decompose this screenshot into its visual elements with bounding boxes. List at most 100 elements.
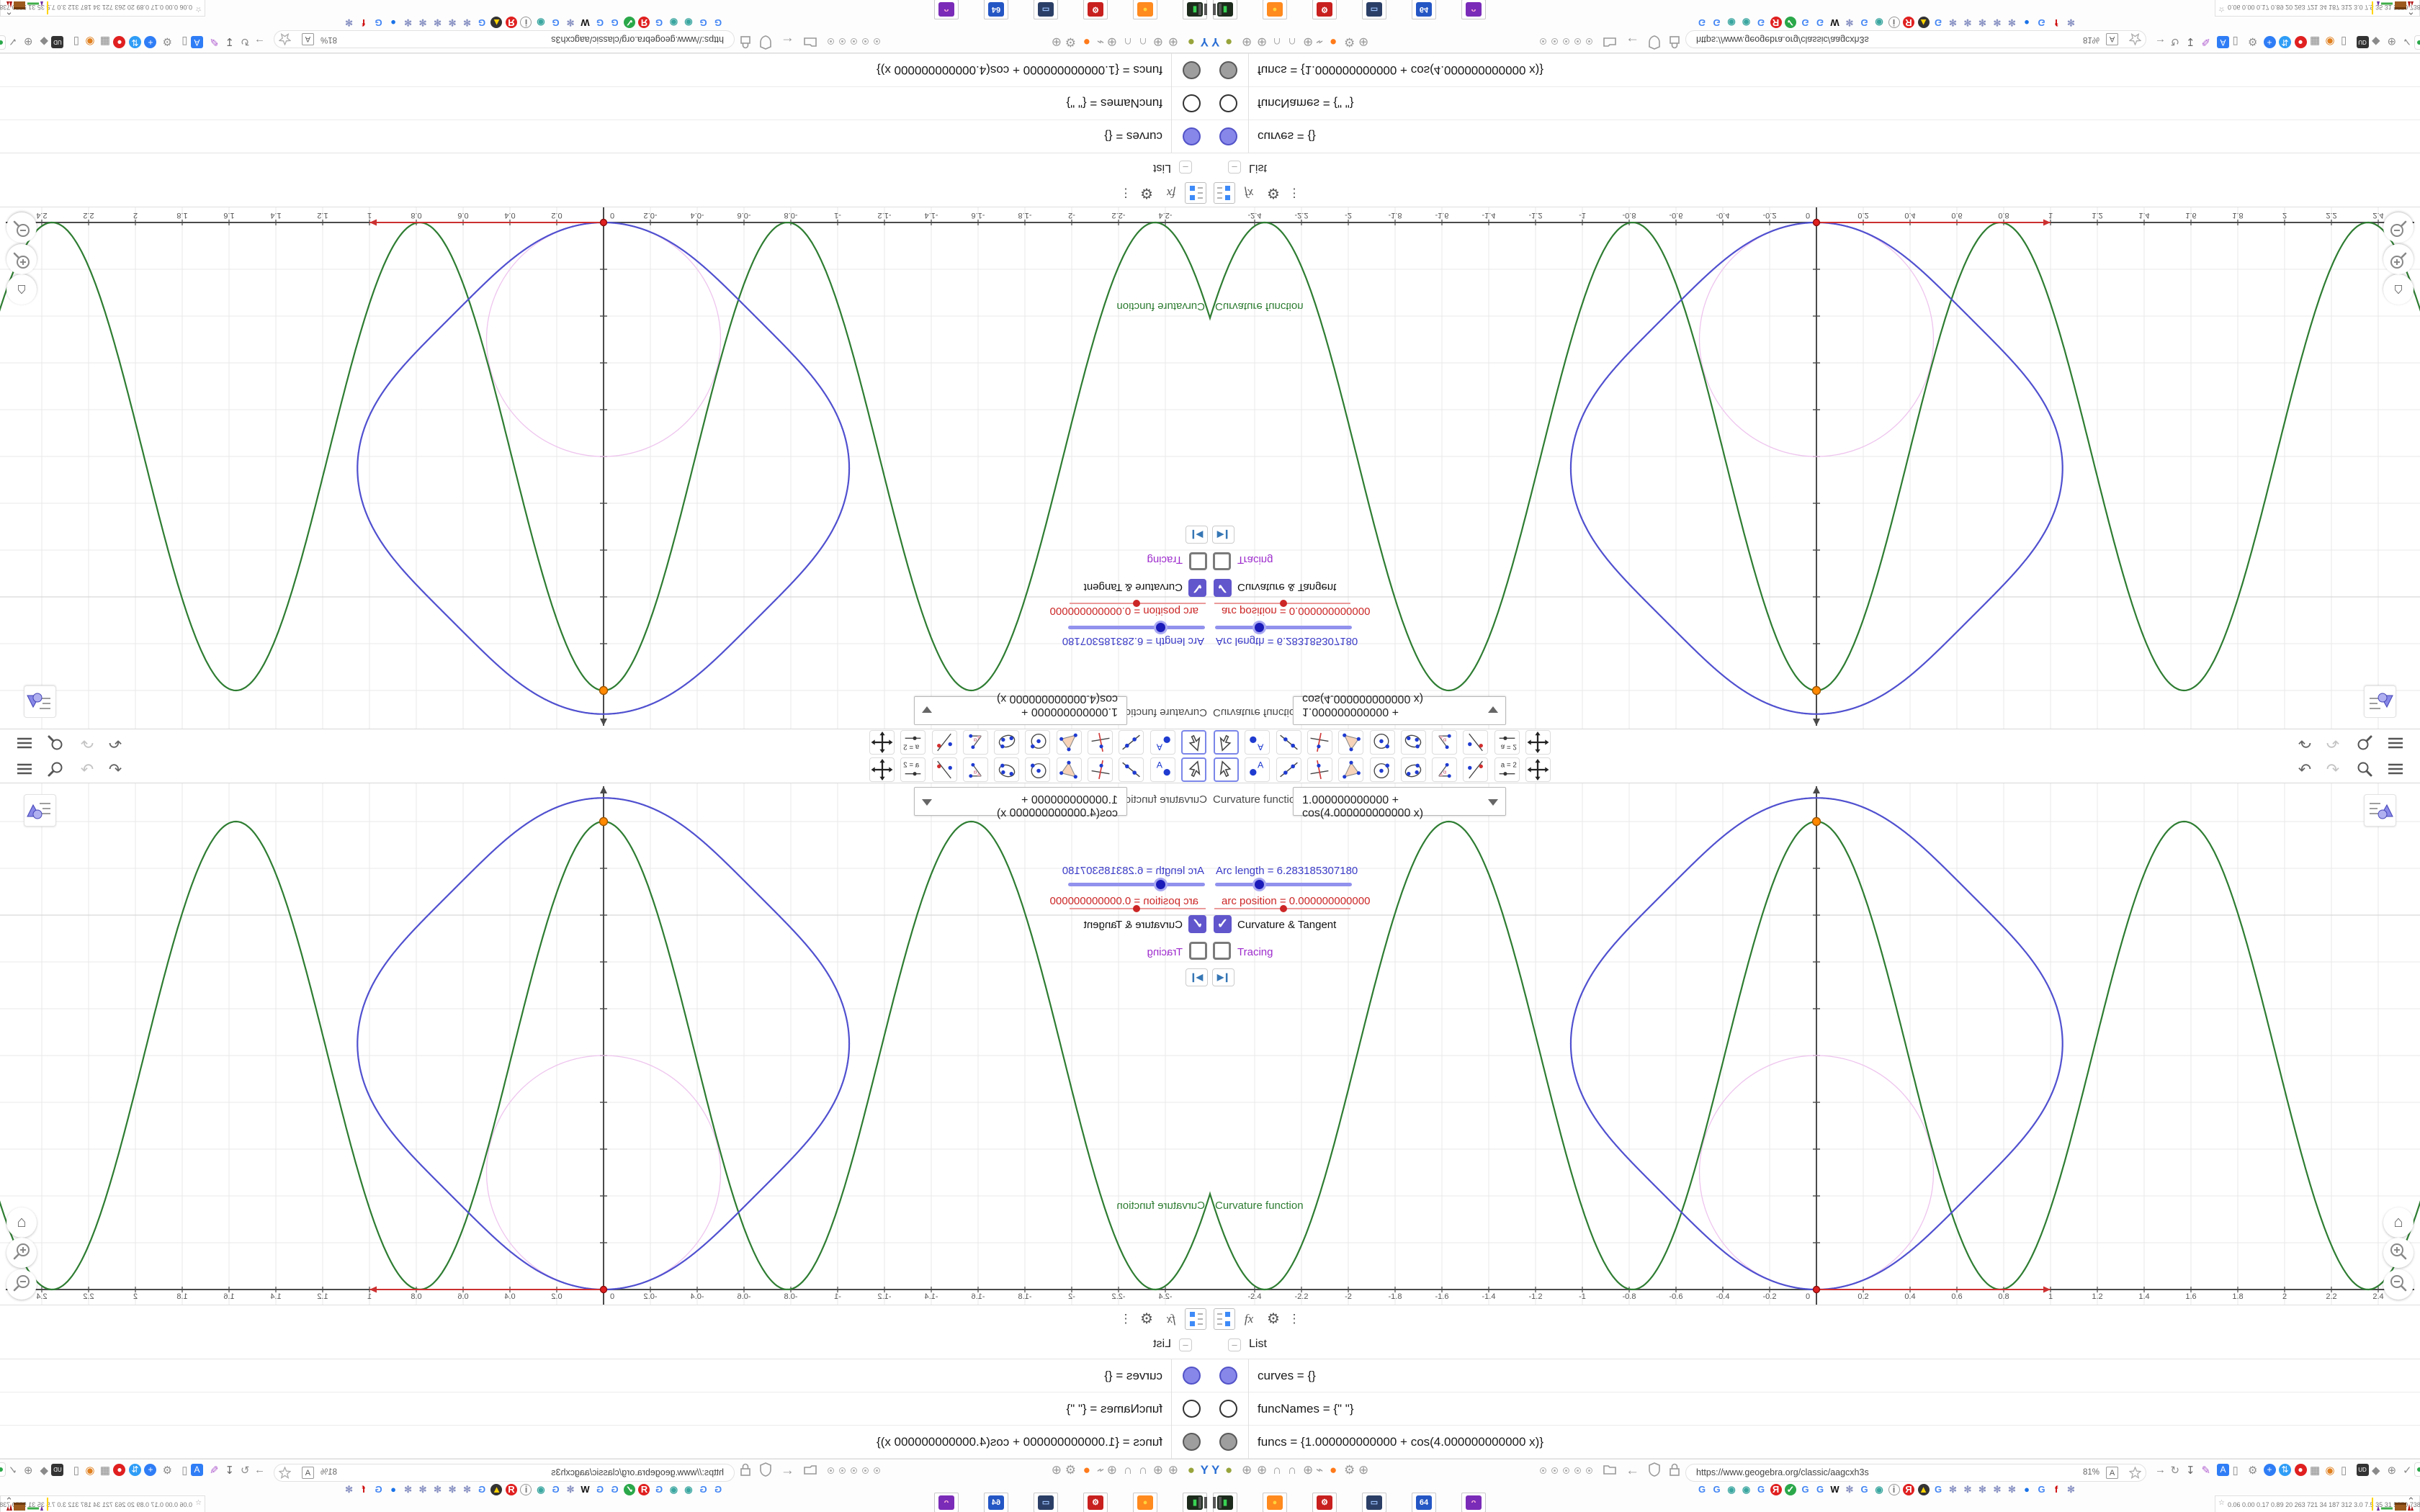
- tab-dot-icon[interactable]: [1586, 38, 1592, 45]
- tab-favicon[interactable]: ✻: [1948, 1484, 1959, 1495]
- box-icon[interactable]: ▯: [73, 35, 79, 48]
- olive-dot-icon[interactable]: ●: [1188, 35, 1195, 49]
- globe-icon[interactable]: ⊕: [1242, 35, 1252, 49]
- headset-icon[interactable]: ∩: [1288, 35, 1296, 49]
- zoom-in-button[interactable]: [2383, 1238, 2414, 1268]
- lock-icon[interactable]: [740, 1462, 751, 1480]
- firefox-icon[interactable]: ●: [1083, 1463, 1090, 1477]
- tab-favicon[interactable]: ✻: [1991, 17, 2003, 28]
- tab-favicon[interactable]: G: [1755, 17, 1767, 28]
- sync-icon[interactable]: ⇅: [2279, 36, 2291, 48]
- tab-favicon[interactable]: G: [1800, 1484, 1811, 1495]
- pin-icon[interactable]: Y: [1211, 35, 1219, 49]
- ud-icon[interactable]: UD: [51, 1464, 64, 1476]
- chevron-up-icon[interactable]: ⌃: [2407, 1495, 2415, 1507]
- globe-icon[interactable]: ⊕: [1153, 35, 1163, 49]
- reflect-tool[interactable]: [931, 730, 957, 755]
- search-icon[interactable]: [2355, 733, 2374, 752]
- tab-dot-icon[interactable]: [1574, 38, 1581, 45]
- perpendicular-line-tool[interactable]: [1307, 730, 1332, 755]
- tab-favicon[interactable]: Я: [1770, 1484, 1782, 1495]
- globe-orange-icon[interactable]: ◉: [2326, 1464, 2335, 1477]
- algebra-row-funcNames[interactable]: funcNames = {" "}: [0, 1392, 1210, 1426]
- tracing-checkbox[interactable]: [1213, 942, 1231, 960]
- tab-favicon[interactable]: ✻: [2066, 1484, 2077, 1495]
- cat-app-icon[interactable]: ᴖ: [934, 1493, 959, 1512]
- gear-icon[interactable]: ⚙: [1263, 1308, 1284, 1330]
- graphics-stylebar-button[interactable]: [24, 685, 56, 718]
- like-icon[interactable]: ✓: [2403, 1464, 2412, 1477]
- tab-favicon[interactable]: ▲: [490, 1484, 503, 1495]
- polygon-tool[interactable]: [1338, 730, 1364, 755]
- pin-icon[interactable]: Y: [1201, 35, 1209, 49]
- translate-icon[interactable]: A: [191, 1464, 203, 1476]
- tab-favicon[interactable]: ✻: [403, 17, 414, 28]
- tab-favicon[interactable]: Я: [638, 17, 650, 28]
- visibility-marble[interactable]: [1183, 1400, 1201, 1418]
- play-step-button[interactable]: ▶❙: [1186, 526, 1208, 544]
- wrench-icon[interactable]: ⌁: [1316, 1463, 1323, 1477]
- translate-icon[interactable]: A: [2217, 36, 2229, 48]
- play-step-button[interactable]: ▶❙: [1212, 526, 1234, 544]
- gear-icon[interactable]: ⚙: [1344, 1463, 1355, 1477]
- tab-favicon[interactable]: G: [609, 1484, 621, 1495]
- tab-favicon[interactable]: f: [2051, 17, 2062, 28]
- slider-tool[interactable]: a = 2: [900, 730, 926, 755]
- algebra-row-funcs[interactable]: funcs = {1.000000000000 + cos(4.00000000…: [0, 53, 1210, 86]
- tab-favicon[interactable]: G: [594, 17, 606, 28]
- graphics-stylebar-button[interactable]: [24, 794, 56, 827]
- gear-icon[interactable]: ⚙: [1136, 182, 1157, 204]
- tab-favicon[interactable]: Я: [1903, 1484, 1914, 1495]
- kebab-menu-icon[interactable]: ⋮: [1119, 1308, 1132, 1330]
- home-button[interactable]: ⌂: [2383, 274, 2414, 305]
- polygon-tool[interactable]: [1056, 730, 1082, 755]
- save-app-icon[interactable]: 64: [1412, 0, 1436, 19]
- algebra-row-curves[interactable]: curves = {}: [1210, 120, 2420, 153]
- lock-icon[interactable]: [1669, 32, 1680, 50]
- shield-icon[interactable]: ◆: [2372, 1464, 2380, 1477]
- tab-favicon[interactable]: Я: [638, 1484, 650, 1495]
- tab-favicon[interactable]: G: [373, 17, 385, 28]
- tab-favicon[interactable]: G: [476, 17, 488, 28]
- algebra-row-curves[interactable]: curves = {}: [1210, 1359, 2420, 1392]
- tab-dot-icon[interactable]: [828, 1467, 834, 1474]
- tab-favicon[interactable]: G: [712, 17, 724, 28]
- forward-icon[interactable]: →: [254, 36, 265, 48]
- firefox-app-icon[interactable]: ●: [1263, 1493, 1287, 1512]
- chevron-up-icon[interactable]: ⌃: [2407, 5, 2415, 17]
- cat-app-icon[interactable]: ᴖ: [934, 0, 959, 19]
- forward-icon[interactable]: →: [254, 1464, 265, 1476]
- graphics-view[interactable]: -2.4 -2.2 -2 -1.8 -1.6 -1.4 -1.2 -1 -0.8 -0.6 -0.4…: [0, 783, 1210, 1305]
- pen-icon[interactable]: ✎: [2202, 1464, 2211, 1477]
- trash-icon[interactable]: ▦: [100, 35, 110, 48]
- algebra-row-funcNames[interactable]: funcNames = {" "}: [1210, 86, 2420, 120]
- tab-dot-icon[interactable]: [1574, 1467, 1581, 1474]
- tracing-checkbox[interactable]: [1213, 552, 1231, 570]
- algebra-row-curves[interactable]: curves = {}: [0, 1359, 1210, 1392]
- wrench-icon[interactable]: ⌁: [1097, 1463, 1104, 1477]
- address-bar[interactable]: https://www.geogebra.org/classic/aagcxh3…: [274, 30, 735, 48]
- redo-icon[interactable]: ↷: [2323, 760, 2342, 779]
- tab-favicon[interactable]: Я: [506, 1484, 517, 1495]
- shield-icon[interactable]: [1648, 1462, 1661, 1480]
- plus-icon[interactable]: +: [2263, 1464, 2276, 1476]
- globe-icon[interactable]: ⊕: [2388, 1464, 2397, 1477]
- visibility-marble[interactable]: [1219, 1400, 1237, 1418]
- arc-length-slider[interactable]: [1215, 883, 1352, 886]
- translate-icon[interactable]: A: [191, 36, 203, 48]
- bookmark-star-icon[interactable]: [2128, 30, 2142, 46]
- olive-dot-icon[interactable]: ●: [1188, 1463, 1195, 1477]
- translate-icon[interactable]: A: [2106, 33, 2118, 45]
- globe-icon[interactable]: ⊕: [24, 35, 33, 48]
- globe-icon[interactable]: ⊕: [2388, 35, 2397, 48]
- tab-favicon[interactable]: W: [580, 17, 591, 28]
- tab-favicon[interactable]: ✻: [462, 1484, 473, 1495]
- plus-icon[interactable]: +: [144, 1464, 157, 1476]
- firefox-app-icon[interactable]: ●: [1263, 0, 1287, 19]
- tab-favicon[interactable]: G: [653, 1484, 665, 1495]
- lock-icon[interactable]: [1669, 1462, 1680, 1480]
- like-icon[interactable]: ✓: [8, 35, 17, 48]
- line-tool[interactable]: [1119, 730, 1144, 755]
- box-icon[interactable]: ▯: [2341, 35, 2347, 48]
- oval-icon[interactable]: ▯: [2233, 35, 2238, 48]
